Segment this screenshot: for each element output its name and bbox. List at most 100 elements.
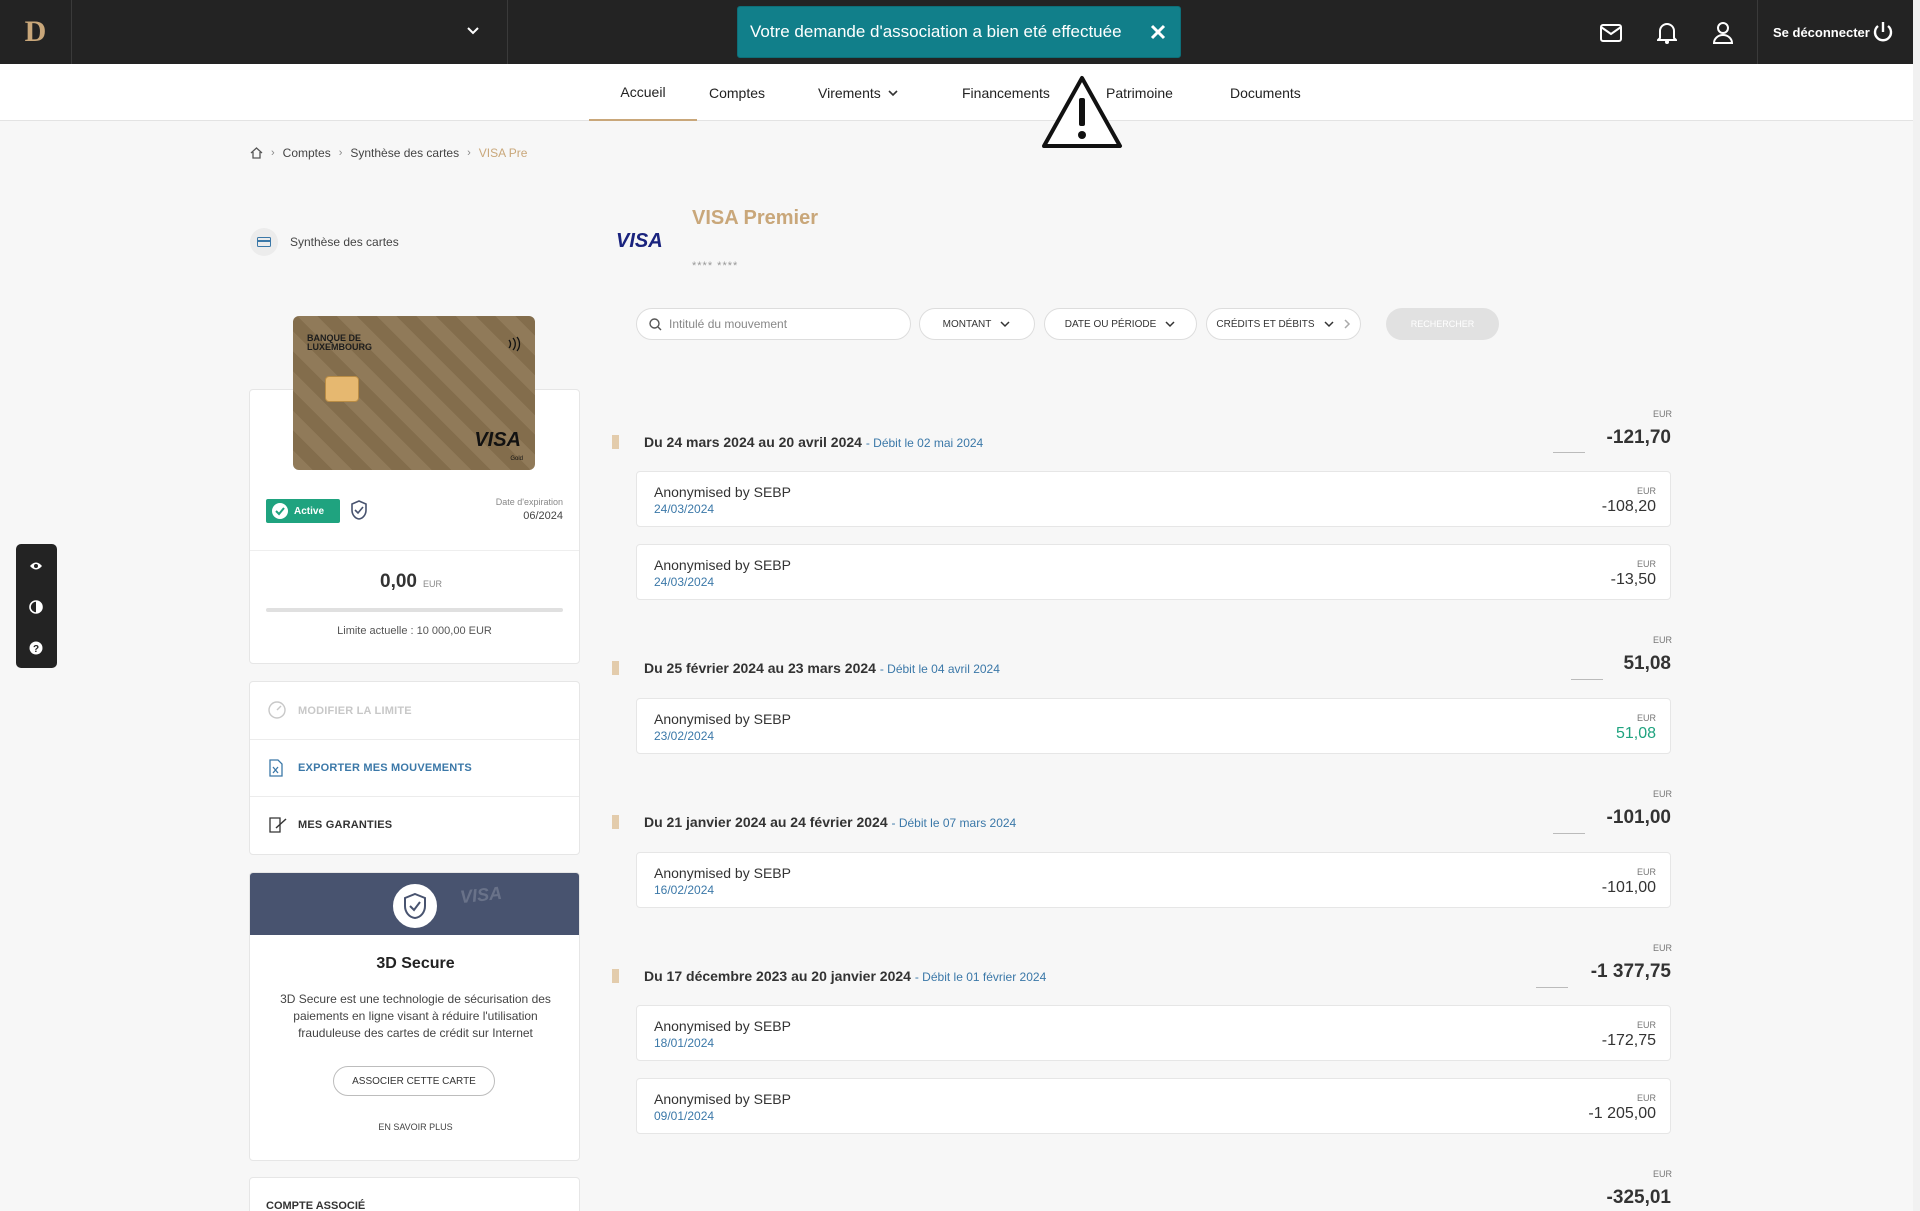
breadcrumb-current: VISA Pre [478, 146, 528, 160]
period-header[interactable]: Du 21 janvier 2024 au 24 février 2024 - … [644, 814, 1016, 830]
breadcrumb-separator: › [467, 147, 471, 159]
period-header[interactable]: Du 24 mars 2024 au 20 avril 2024 - Débit… [644, 434, 983, 450]
secure-shield-icon [390, 881, 440, 931]
period-marker [612, 661, 619, 675]
period-divider [1536, 987, 1568, 988]
period-divider [1553, 833, 1585, 834]
nav-virements[interactable]: Virements [818, 64, 899, 121]
card-actions: MODIFIER LA LIMITE EXPORTER MES MOUVEMEN… [249, 681, 580, 855]
period-currency: EUR [1652, 409, 1672, 419]
period-divider [1553, 452, 1585, 453]
search-input[interactable] [669, 315, 899, 333]
search-button[interactable]: RECHERCHER [1386, 308, 1499, 340]
card-title: VISA Premier [692, 207, 818, 229]
search-icon [649, 318, 662, 331]
visa-logo: VISA [616, 230, 663, 252]
card-number-mask: **** **** [692, 260, 739, 272]
scrollbar[interactable] [1913, 0, 1920, 1211]
transaction-row[interactable]: Anonymised by SEBP 16/02/2024 EUR -101,0… [636, 852, 1671, 908]
power-icon [1873, 22, 1893, 42]
period-total: -325,01 [1606, 1187, 1671, 1208]
logout-label: Se déconnecter [1773, 24, 1870, 40]
transaction-row[interactable]: Anonymised by SEBP 24/03/2024 EUR -13,50 [636, 544, 1671, 600]
chevron-down-icon [467, 27, 479, 35]
card-tier: Gold [510, 456, 523, 462]
synthese-label: Synthèse des cartes [290, 235, 399, 249]
3d-secure-description: 3D Secure est une technologie de sécuris… [280, 992, 551, 1040]
excel-file-icon [269, 759, 283, 777]
period-total: -101,00 [1606, 807, 1671, 828]
transaction-row[interactable]: Anonymised by SEBP 23/02/2024 EUR 51,08 [636, 698, 1671, 754]
help-icon[interactable]: ? [28, 640, 44, 656]
linked-account-panel: COMPTE ASSOCIÉ [249, 1177, 580, 1211]
success-toast: Votre demande d'association a bien eté e… [737, 6, 1181, 58]
filter-credits-debits[interactable]: CRÉDITS ET DÉBITS [1206, 308, 1361, 340]
period-header[interactable]: Du 25 février 2024 au 23 mars 2024 - Déb… [644, 660, 1000, 676]
filter-montant[interactable]: MONTANT [919, 308, 1035, 340]
expiry-date: Date d'expiration 06/2024 [495, 497, 563, 522]
divider [250, 550, 579, 551]
transaction-row[interactable]: Anonymised by SEBP 18/01/2024 EUR -172,7… [636, 1005, 1671, 1061]
contactless-icon [508, 336, 521, 352]
top-bar: D Votre demande d'association a bien eté… [0, 0, 1920, 64]
document-sign-icon [269, 817, 287, 833]
guarantees-button[interactable]: MES GARANTIES [250, 796, 579, 853]
period-marker [612, 969, 619, 983]
chevron-down-icon [888, 89, 898, 96]
gauge-icon [268, 701, 286, 719]
chevron-right-icon[interactable] [1343, 318, 1351, 330]
transaction-row[interactable]: Anonymised by SEBP 24/03/2024 EUR -108,2… [636, 471, 1671, 527]
period-header[interactable]: Du 17 décembre 2023 au 20 janvier 2024 -… [644, 968, 1046, 984]
chevron-down-icon [1165, 321, 1175, 328]
shield-icon [351, 500, 367, 520]
account-selector[interactable] [72, 0, 508, 64]
home-icon[interactable] [250, 147, 263, 159]
export-movements-button[interactable]: EXPORTER MES MOUVEMENTS [250, 739, 579, 796]
bank-logo[interactable]: D [0, 0, 72, 64]
filter-date[interactable]: DATE OU PÉRIODE [1044, 308, 1197, 340]
card-icon [250, 228, 278, 256]
breadcrumb: › Comptes › Synthèse des cartes › VISA P… [250, 146, 527, 160]
card-balance: 0,00 EUR [380, 571, 442, 592]
bell-icon[interactable] [1654, 20, 1680, 46]
breadcrumb-synthese[interactable]: Synthèse des cartes [350, 146, 459, 160]
nav-accueil[interactable]: Accueil [589, 64, 697, 121]
credit-card-image: BANQUE DE LUXEMBOURG VISA Gold [293, 316, 535, 470]
synthese-link[interactable]: Synthèse des cartes [250, 228, 399, 256]
period-marker [612, 815, 619, 829]
learn-more-link[interactable]: EN SAVOIR PLUS [250, 1122, 579, 1132]
period-total: -121,70 [1606, 427, 1671, 448]
period-total: -1 377,75 [1590, 961, 1671, 982]
period-currency: EUR [1652, 789, 1672, 799]
svg-text:?: ? [33, 644, 39, 655]
chevron-down-icon [1000, 321, 1010, 328]
mail-icon[interactable] [1598, 20, 1624, 46]
movement-search [636, 308, 911, 340]
main-navigation: Accueil Comptes Virements Financements P… [0, 64, 1920, 121]
current-limit: Limite actuelle : 10 000,00 EUR [337, 625, 492, 637]
3d-secure-panel: VISA 3D Secure 3D Secure est une technol… [249, 872, 580, 1161]
nav-documents[interactable]: Documents [1230, 64, 1301, 121]
warning-icon [1042, 76, 1122, 148]
3d-secure-title: 3D Secure [376, 955, 455, 972]
nav-financements[interactable]: Financements [962, 64, 1050, 121]
breadcrumb-separator: › [271, 147, 275, 159]
accessibility-toolbar: ? [16, 544, 57, 668]
linked-account-title: COMPTE ASSOCIÉ [266, 1200, 366, 1211]
limit-progress-bar [266, 608, 563, 612]
breadcrumb-comptes[interactable]: Comptes [283, 146, 331, 160]
nav-comptes[interactable]: Comptes [709, 64, 765, 121]
user-icon[interactable] [1710, 20, 1736, 46]
close-icon[interactable] [1148, 22, 1168, 42]
contrast-icon[interactable] [28, 599, 44, 615]
modify-limit-button[interactable]: MODIFIER LA LIMITE [250, 682, 579, 739]
transaction-row[interactable]: Anonymised by SEBP 09/01/2024 EUR -1 205… [636, 1078, 1671, 1134]
card-brand: VISA [474, 429, 521, 451]
card-bank-name: BANQUE DE LUXEMBOURG [307, 333, 372, 352]
card-chip [325, 376, 359, 402]
logout-button[interactable]: Se déconnecter [1757, 0, 1920, 64]
eye-icon[interactable] [28, 558, 44, 574]
associate-card-button[interactable]: ASSOCIER CETTE CARTE [333, 1066, 495, 1096]
toast-message: Votre demande d'association a bien eté e… [750, 22, 1122, 41]
period-currency: EUR [1652, 635, 1672, 645]
